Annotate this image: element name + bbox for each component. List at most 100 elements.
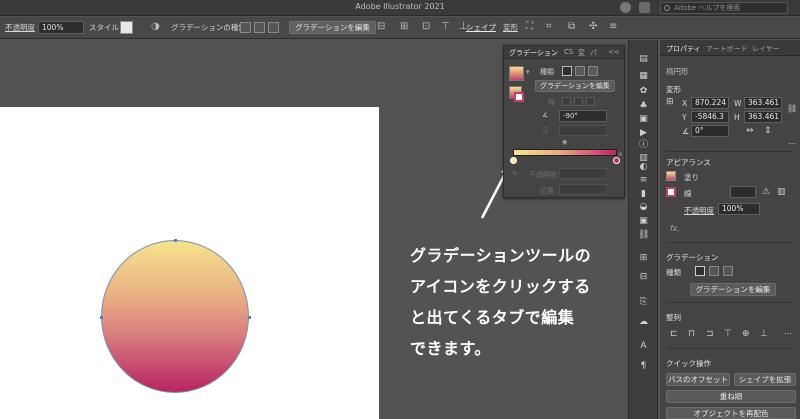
opacity-input[interactable]: 100% [38,21,84,34]
edit-gradient-button[interactable]: グラデーションを編集 [289,21,376,34]
fill-swatch-props[interactable] [666,171,676,181]
linear-button-props[interactable] [695,266,705,276]
radial-button-props[interactable] [709,266,719,276]
layers-icon[interactable]: ▤ [638,54,649,64]
anchor-point-left[interactable] [100,316,103,319]
tab-transform[interactable]: 変 [578,48,585,58]
libraries-icon[interactable]: ☁ [638,317,649,327]
align-hcenter-icon[interactable]: ⊓ [688,329,695,339]
midpoint-icon[interactable]: ◆ [562,138,567,146]
align-more-icon[interactable]: ⋯ [784,329,792,338]
help-search-input[interactable]: Adobe ヘルプを検索 [660,2,788,14]
align-panel-icon[interactable]: ⊟ [638,272,649,282]
corner-icon[interactable]: ⌗ [546,21,552,32]
stroke-swatch-props[interactable] [666,187,676,197]
fx-button[interactable]: fx. [670,224,679,233]
anchor-point-top[interactable] [174,239,177,242]
links-icon[interactable]: ⛓ [638,230,649,240]
freeform-type-button[interactable] [588,66,598,76]
arrange-button[interactable]: 重ね順 [666,390,796,403]
style-swatch[interactable] [120,21,133,34]
x-input[interactable]: 870.224 [691,97,729,109]
recolor-artwork-button[interactable]: オブジェクトを再配色 [666,407,796,419]
anchor-point-right[interactable] [248,316,251,319]
color-stop-end[interactable] [613,157,620,164]
linear-gradient-button[interactable] [240,22,251,33]
align-center-icon[interactable]: ⊡ [422,21,430,32]
gradient-icon[interactable]: ▮ [638,189,649,199]
align-top-props-icon[interactable]: ⊤ [724,329,732,339]
flip-horizontal-icon[interactable]: ⇔ [746,126,754,136]
more-options-icon[interactable]: ⋯ [788,139,796,148]
character-icon[interactable]: A [638,341,649,351]
transparency-icon[interactable]: ◒ [638,202,649,212]
stroke-swatch[interactable] [514,92,524,102]
isolate-icon[interactable]: ⛶ [526,21,533,32]
play-icon[interactable]: ▶ [638,128,649,138]
shape-link[interactable]: シェイプ [466,22,496,33]
annotation-line-4: できます。 [410,339,491,358]
flip-vertical-icon[interactable]: ⇕ [764,126,772,136]
tab-properties[interactable]: プロパティ [666,44,701,54]
color-guide-icon[interactable]: ▦ [638,71,649,81]
stroke-weight-input[interactable] [730,186,756,198]
recolor-icon[interactable]: ◑ [151,21,160,32]
radial-type-button[interactable] [575,66,585,76]
freeform-button-props[interactable] [723,266,733,276]
appearance-icon[interactable]: ▣ [638,216,649,226]
graphic-styles-icon[interactable]: ▣ [638,114,649,124]
pathfinder-icon[interactable]: ⧉ [568,21,575,32]
tab-layers[interactable]: レイヤー [752,44,780,54]
linear-type-button[interactable] [562,66,572,76]
stroke-options-icon[interactable]: ▥ [777,187,786,197]
collapse-icon[interactable]: << [608,48,620,56]
stroke-icon[interactable]: ≡ [638,175,649,185]
gradient-edit-button[interactable]: グラデーションを編集 [535,80,615,92]
expand-shape-button[interactable]: シェイプを拡張 [734,373,796,386]
tab-gradient[interactable]: グラデーション [509,48,558,58]
gradient-circle[interactable] [101,240,249,393]
radial-gradient-button[interactable] [254,22,265,33]
angle-input[interactable]: -90° [559,110,607,122]
tab-cs[interactable]: CS [564,48,573,56]
align-left-icon[interactable]: ⊏ [670,329,678,339]
reference-point-icon[interactable]: ⊞ [666,97,674,107]
h-input[interactable]: 363.461 [744,111,782,123]
puppet-icon[interactable]: ✣ [589,21,597,32]
opacity-label-props[interactable]: 不透明度 [684,205,714,216]
constrain-proportions-icon[interactable]: ⛓ [787,104,797,113]
panel-menu-icon[interactable]: ≡ [609,21,617,32]
offset-path-button[interactable]: パスのオフセット [666,373,730,386]
paragraph-icon[interactable]: ¶ [638,361,649,371]
tab-artboard[interactable]: アートボード [706,44,748,54]
artboards-icon[interactable]: ⊞ [638,253,649,263]
rotate-input[interactable]: 0° [691,125,729,137]
arrange-documents-icon[interactable] [639,2,650,13]
tab-pathfinder[interactable]: パ [590,48,597,58]
align-vcenter-icon[interactable]: ⊕ [742,329,750,339]
brushes-icon[interactable]: ✿ [638,86,649,96]
info-icon[interactable]: ⓘ [638,140,649,150]
preview-dropdown-icon[interactable]: ▾ [526,68,530,76]
align-right-icon[interactable]: ⊐ [706,329,714,339]
color-icon[interactable]: ◐ [638,162,649,172]
align-icon[interactable]: ⊟ [377,21,385,32]
gradient-edit-button-props[interactable]: グラデーションを編集 [690,283,776,296]
gradient-preview-swatch[interactable] [509,66,524,81]
align-top-icon[interactable]: ⊤ [441,21,450,32]
gradient-slider[interactable] [513,149,617,156]
symbols-icon[interactable]: ♣ [638,101,649,111]
export-icon[interactable]: ⎘ [638,297,649,307]
y-input[interactable]: -5846.3 [691,111,729,123]
opacity-label[interactable]: 不透明度 [5,22,35,33]
user-icon[interactable] [620,2,631,13]
opacity-input-props[interactable]: 100% [718,203,760,215]
stroke-opt-2 [574,97,583,106]
color-stop-start[interactable] [510,157,517,164]
w-input[interactable]: 363.461 [744,97,782,109]
distribute-icon[interactable]: ⊞ [400,21,408,32]
transform-link[interactable]: 変形 [503,22,518,33]
y-value: -5846.3 [695,112,724,121]
align-bottom-icon[interactable]: ⊥ [760,329,768,339]
freeform-gradient-button[interactable] [268,22,279,33]
